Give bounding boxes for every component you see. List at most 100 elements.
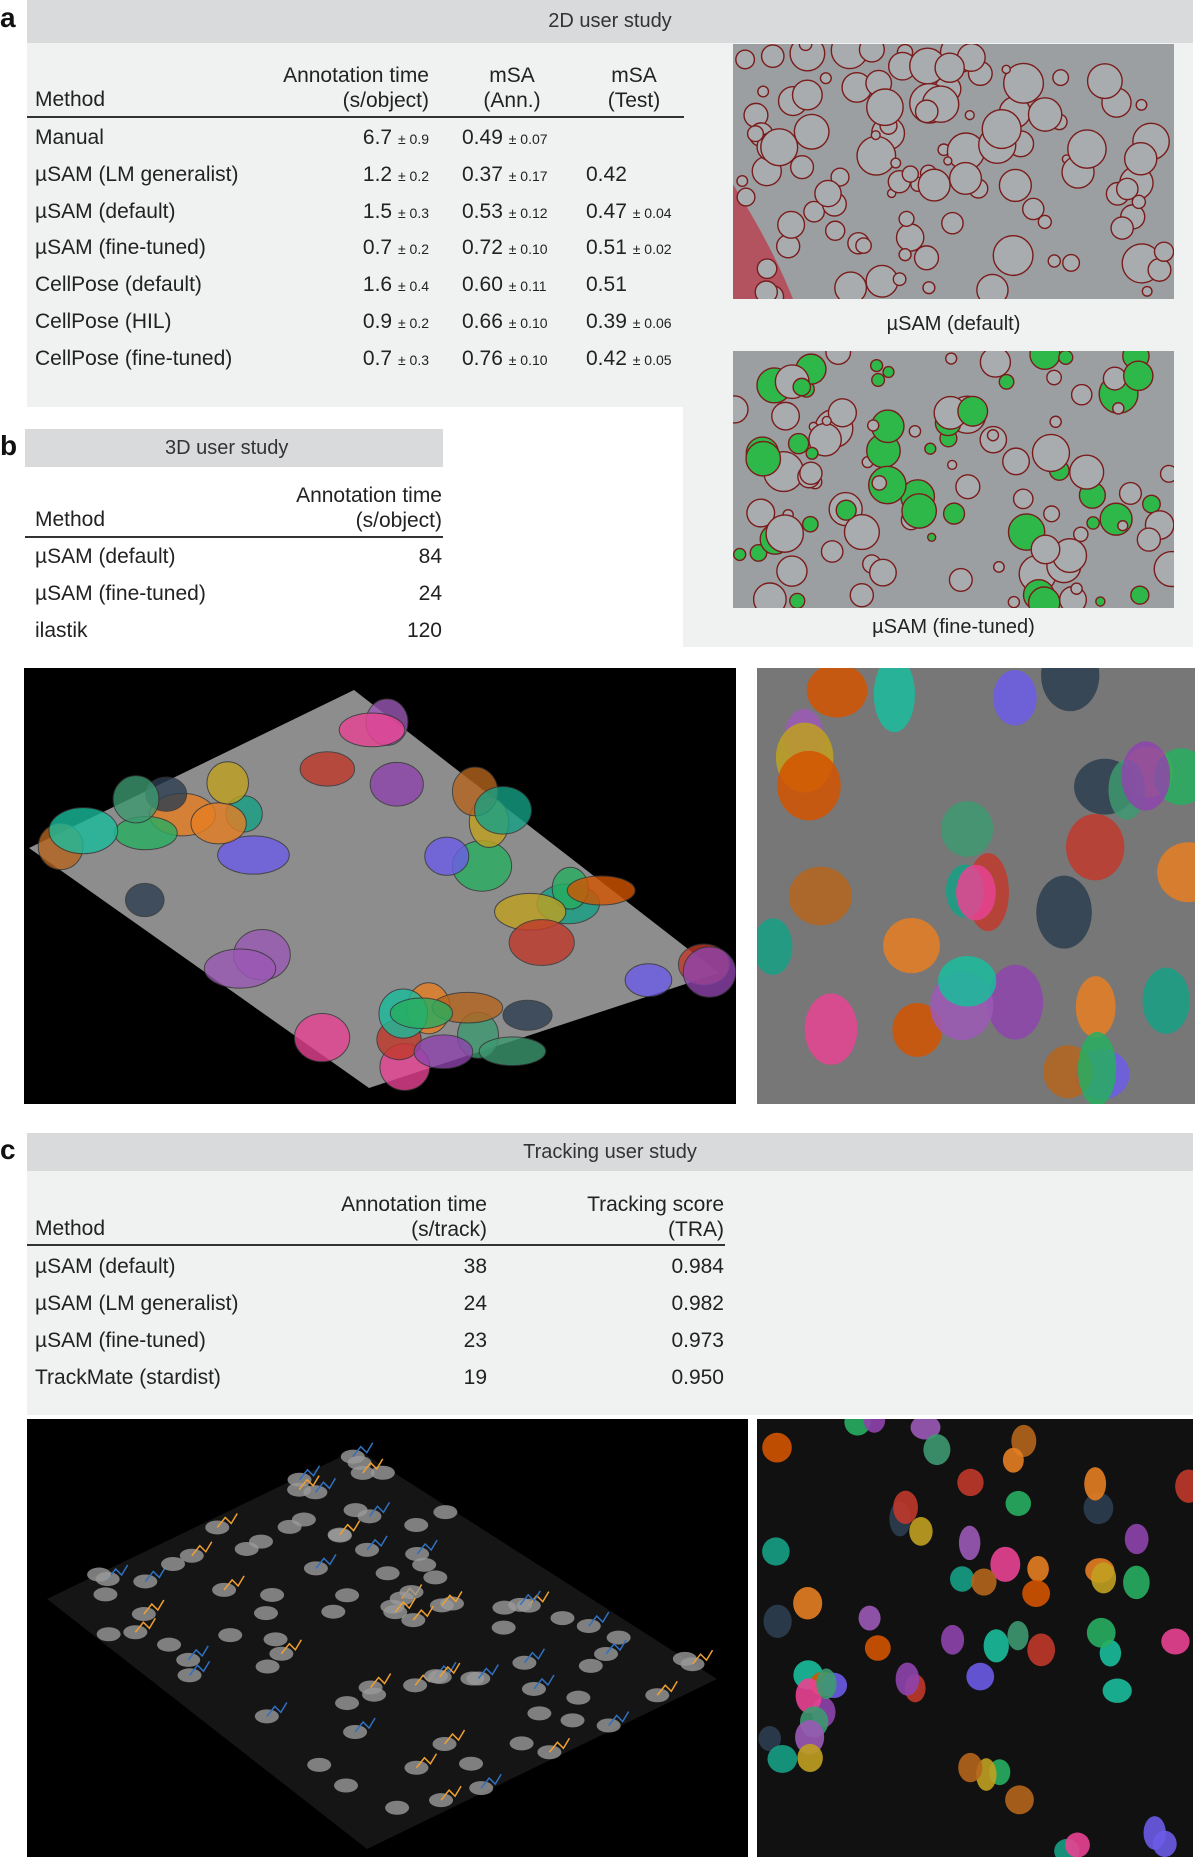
tracked-nucleus bbox=[793, 1587, 823, 1620]
cell-outline bbox=[765, 514, 805, 553]
sd: ± 0.2 bbox=[397, 167, 429, 184]
nucleus bbox=[335, 1588, 360, 1603]
tracked-nucleus bbox=[958, 1525, 981, 1561]
segmented-object bbox=[566, 875, 636, 906]
segmented-nucleus bbox=[1121, 741, 1171, 811]
cell-outline bbox=[1046, 369, 1063, 386]
segmented-nucleus bbox=[1077, 1031, 1117, 1104]
cell-outline bbox=[1086, 63, 1123, 100]
nucleus bbox=[307, 1757, 332, 1772]
msa-ann-cell: 0.60 ± 0.11 bbox=[462, 273, 547, 297]
tracked-nucleus bbox=[797, 1743, 823, 1773]
segmented-nucleus bbox=[956, 864, 996, 921]
nucleus bbox=[594, 1646, 619, 1661]
cell-outline bbox=[1002, 447, 1030, 476]
image-usam-finetuned bbox=[733, 351, 1174, 608]
cell-outline bbox=[1131, 194, 1147, 210]
annotation-time-cell: 0.9 ± 0.2 bbox=[229, 310, 429, 334]
annotation-time-cell: 19 bbox=[463, 1366, 487, 1389]
col-time-b-line1: Annotation time bbox=[296, 484, 442, 507]
col-time-c-line1: Annotation time bbox=[341, 1193, 487, 1216]
nucleus bbox=[645, 1688, 670, 1703]
cell-outline bbox=[1153, 241, 1174, 262]
table-c-rule bbox=[27, 1244, 725, 1246]
method-cell: CellPose (fine-tuned) bbox=[35, 346, 233, 370]
col-method-b: Method bbox=[35, 508, 106, 531]
segmented-object bbox=[190, 802, 247, 845]
tracked-nucleus bbox=[767, 1744, 798, 1773]
cell-outline bbox=[992, 234, 1034, 277]
tracked-nucleus bbox=[941, 1624, 965, 1655]
col-time-line1: Annotation time bbox=[283, 64, 429, 87]
value: 0.53 bbox=[462, 199, 503, 223]
segmented-object bbox=[474, 786, 533, 835]
tracked-nucleus bbox=[893, 1490, 918, 1525]
tracked-nucleus bbox=[1027, 1633, 1056, 1667]
method-cell: ilastik bbox=[35, 619, 88, 642]
annotation-time-cell: 6.7 ± 0.9 bbox=[229, 126, 429, 150]
msa-test-cell: 0.42 bbox=[586, 163, 627, 187]
sd: ± 0.11 bbox=[508, 278, 547, 295]
tracked-nucleus bbox=[762, 1432, 792, 1463]
panel-a-title: 2D user study bbox=[548, 10, 672, 32]
cell-outline bbox=[1159, 464, 1174, 483]
nucleus bbox=[566, 1690, 591, 1705]
annotation-time-cell: 23 bbox=[463, 1329, 487, 1352]
msa-ann-cell: 0.72 ± 0.10 bbox=[462, 236, 548, 260]
segmented-object bbox=[124, 882, 165, 918]
cell-outline bbox=[760, 128, 799, 167]
segmented-nucleus bbox=[1036, 875, 1092, 949]
value: 6.7 bbox=[362, 126, 393, 149]
segmented-nucleus bbox=[1066, 814, 1125, 881]
cell-outline bbox=[934, 52, 965, 84]
sd: ± 0.06 bbox=[632, 315, 672, 331]
panel-b-title: 3D user study bbox=[165, 436, 289, 459]
tracking-score-cell: 0.973 bbox=[671, 1329, 724, 1352]
msa-test-cell: 0.51 bbox=[586, 273, 627, 297]
nucleus bbox=[550, 1611, 575, 1626]
cell-outline bbox=[1130, 585, 1150, 605]
cell-outline bbox=[1069, 454, 1105, 490]
tracked-nucleus bbox=[983, 1629, 1009, 1663]
cell-outline bbox=[801, 515, 819, 533]
sd: ± 0.05 bbox=[632, 351, 672, 368]
cell-outline bbox=[1135, 98, 1148, 111]
tracked-nucleus bbox=[1102, 1678, 1132, 1703]
cell-outline bbox=[979, 351, 1012, 378]
nucleus bbox=[260, 1587, 285, 1602]
cell-outline bbox=[1043, 505, 1061, 523]
cell-outline bbox=[908, 424, 922, 438]
nucleus bbox=[157, 1637, 182, 1652]
cell-outline bbox=[1136, 527, 1162, 552]
segmented-object bbox=[682, 946, 736, 998]
nucleus bbox=[362, 1687, 387, 1702]
segmented-nucleus bbox=[788, 866, 852, 926]
nucleus bbox=[263, 1632, 288, 1647]
cell-outline bbox=[882, 365, 895, 379]
cell-outline bbox=[955, 474, 981, 500]
tracked-nucleus bbox=[858, 1605, 881, 1631]
panel-c-title: Tracking user study bbox=[523, 1140, 697, 1163]
cell-outline bbox=[948, 161, 983, 196]
cell-outline bbox=[1095, 596, 1106, 607]
nucleus bbox=[423, 1570, 448, 1585]
cell-outline bbox=[964, 109, 975, 121]
cell-outline bbox=[981, 108, 1022, 150]
col-test-line2: (Test) bbox=[607, 89, 661, 112]
cell-outline bbox=[1070, 383, 1093, 406]
annotation-time-cell: 1.5 ± 0.3 bbox=[229, 200, 429, 224]
annotation-time-cell: 24 bbox=[463, 1292, 487, 1315]
tracked-nucleus bbox=[1123, 1565, 1150, 1600]
cell-outline bbox=[890, 157, 902, 169]
cell-outline bbox=[789, 592, 806, 608]
nucleus bbox=[375, 1566, 400, 1581]
cell-outline bbox=[942, 502, 966, 525]
value: 0.76 bbox=[462, 346, 503, 370]
cell-outline bbox=[922, 281, 936, 295]
value: 0.51 bbox=[586, 236, 627, 260]
image-tracking-render bbox=[27, 1419, 748, 1857]
cell-outline bbox=[986, 429, 1000, 442]
cell-outline bbox=[856, 135, 897, 176]
cell-outline bbox=[1122, 360, 1154, 392]
sd: ± 0.10 bbox=[508, 351, 548, 368]
